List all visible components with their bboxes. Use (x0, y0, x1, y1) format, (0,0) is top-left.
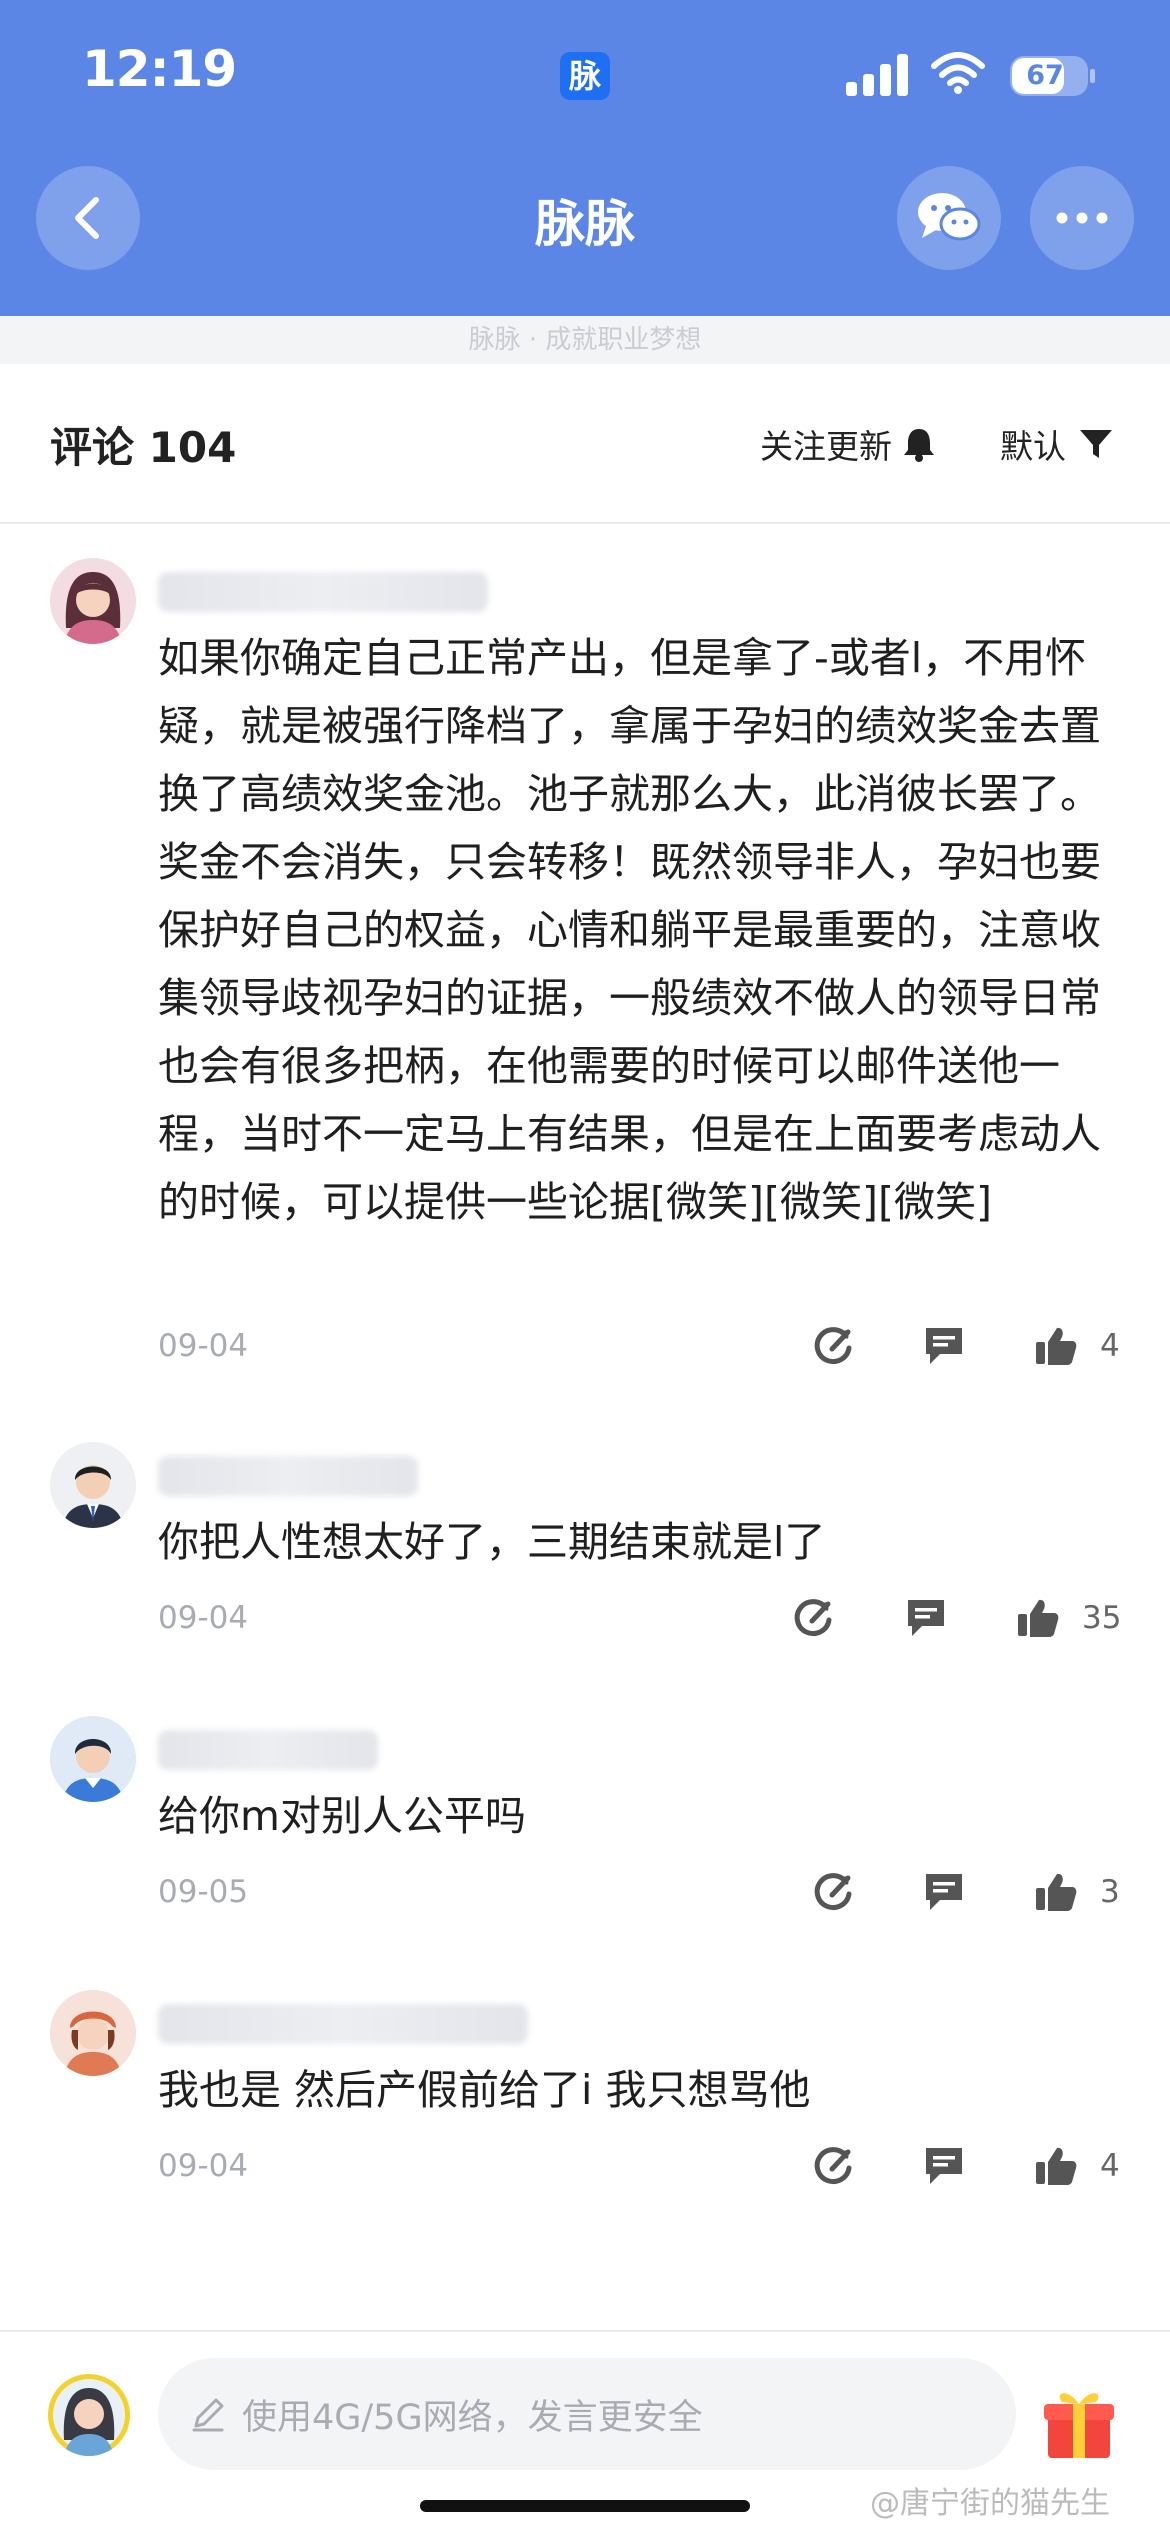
comment-text: 给你m对别人公平吗 (158, 1792, 526, 1840)
comment-date: 09-04 (158, 1328, 249, 1364)
comment-text: 我也是 然后产假前给了i 我只想骂他 (158, 2066, 811, 2114)
like-button[interactable] (1016, 1596, 1060, 1640)
comment-date: 09-05 (158, 1874, 249, 1910)
comment-text: 你把人性想太好了，三期结束就是l了 (158, 1518, 826, 1566)
bell-icon (904, 429, 934, 462)
thumbs-up-icon (1036, 1873, 1077, 1911)
like-count: 4 (1100, 2148, 1120, 2184)
sort-button[interactable]: 默认 (1000, 420, 1114, 468)
comment-icon (926, 2148, 962, 2184)
battery-level: 67 (1026, 60, 1064, 91)
avatar[interactable] (50, 1442, 136, 1528)
share-icon (794, 1599, 832, 1637)
like-count: 4 (1100, 1328, 1120, 1364)
comment-count: 评论 104 (50, 423, 237, 472)
share-icon (814, 1327, 852, 1365)
avatar-woman-icon (53, 2379, 125, 2456)
app-header: 12:19 脉 67 脉脉 (0, 0, 1170, 316)
like-button[interactable] (1034, 2144, 1078, 2188)
watermark: @唐宁街的猫先生 (870, 2486, 1110, 2521)
username-blurred (158, 1456, 418, 1496)
reply-button[interactable] (904, 1596, 948, 1640)
comment-icon (908, 1600, 944, 1636)
reply-button[interactable] (922, 1870, 966, 1914)
share-button[interactable] (790, 1596, 836, 1642)
avatar[interactable] (50, 1716, 136, 1802)
thumbs-up-icon (1036, 1327, 1077, 1365)
like-count: 3 (1100, 1874, 1120, 1910)
share-icon (814, 1873, 852, 1911)
status-time: 12:19 (82, 40, 237, 98)
avatar-woman-icon (50, 1990, 136, 2076)
home-indicator (420, 2500, 750, 2512)
comment-icon (926, 1328, 962, 1364)
wechat-icon (918, 193, 981, 241)
comment-input[interactable]: 使用4G/5G网络，发言更安全 (158, 2358, 1016, 2470)
avatar-woman-icon (50, 558, 136, 644)
thumbs-up-icon (1018, 1599, 1059, 1637)
share-button[interactable] (810, 1324, 856, 1370)
thumbs-up-icon (1036, 2147, 1077, 2185)
battery-icon: 67 (1010, 56, 1095, 96)
avatar[interactable] (50, 1990, 136, 2076)
share-button[interactable] (810, 1870, 856, 1916)
slogan-bar: 脉脉 · 成就职业梦想 (0, 316, 1170, 364)
app-badge-icon: 脉 (560, 52, 610, 100)
avatar-man-icon (50, 1716, 136, 1802)
avatar-man-icon (50, 1442, 136, 1528)
follow-updates-label: 关注更新 (760, 427, 892, 466)
like-count: 35 (1082, 1600, 1122, 1636)
comment-input-placeholder: 使用4G/5G网络，发言更安全 (242, 2397, 703, 2438)
comment-date: 09-04 (158, 1600, 249, 1636)
pencil-icon (192, 2398, 224, 2432)
sort-label: 默认 (1000, 427, 1066, 466)
wifi-icon (931, 52, 985, 94)
reply-button[interactable] (922, 2144, 966, 2188)
share-button[interactable] (810, 2144, 856, 2190)
gift-icon[interactable] (1042, 2384, 1116, 2460)
follow-updates-button[interactable]: 关注更新 (760, 420, 936, 468)
my-avatar[interactable] (48, 2374, 130, 2456)
comment-text: 如果你确定自己正常产出，但是拿了-或者l，不用怀疑，就是被强行降档了，拿属于孕妇… (158, 634, 1101, 1226)
like-button[interactable] (1034, 1870, 1078, 1914)
signal-icon (846, 52, 910, 96)
more-button[interactable] (1030, 166, 1134, 270)
username-blurred (158, 1730, 378, 1770)
username-blurred (158, 572, 488, 612)
like-button[interactable] (1034, 1324, 1078, 1368)
share-icon (814, 2147, 852, 2185)
comments-header: 评论 104 关注更新 默认 (0, 364, 1170, 524)
comment-icon (926, 1874, 962, 1910)
comment-date: 09-04 (158, 2148, 249, 2184)
wechat-share-button[interactable] (897, 166, 1001, 270)
reply-button[interactable] (922, 1324, 966, 1368)
filter-icon (1080, 430, 1112, 458)
username-blurred (158, 2004, 528, 2044)
more-icon (1056, 212, 1108, 224)
avatar[interactable] (50, 558, 136, 644)
